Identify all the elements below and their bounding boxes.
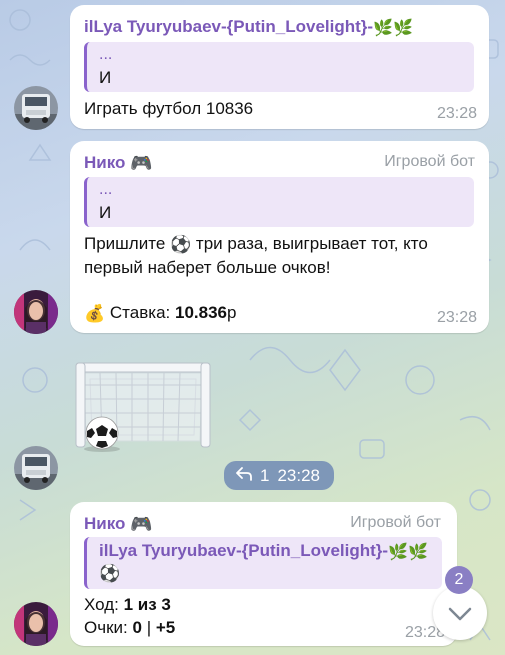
message-sender[interactable]: ilLya Tyuryubaev-{Putin_Lovelight}-🌿🌿 [84,17,413,38]
unread-count-badge: 2 [445,566,473,594]
stake-currency: р [227,303,237,322]
message-sender[interactable]: Нико 🎮 [84,514,153,535]
bot-role-label: Игровой бот [350,514,441,531]
girl-avatar[interactable] [14,602,58,646]
herb-emoji: 🌿🌿 [373,19,413,37]
reply-quote[interactable]: ... И [84,42,474,92]
text-segment: первый наберет больше очков! [84,258,331,278]
score-label: Очки: [84,618,128,637]
quote-sender: ilLya Tyuryubaev-{Putin_Lovelight}-🌿🌿 [99,541,428,561]
reply-quote[interactable]: ... И [84,177,474,227]
sender-name[interactable]: Нико [84,153,125,172]
message-bubble[interactable]: Нико 🎮 Игровой бот ... И Пришлите ⚽ три … [70,141,489,333]
stake-label: Ставка: [109,303,171,322]
soccer-ball-emoji: ⚽ [170,235,192,255]
reply-quote[interactable]: ilLya Tyuryubaev-{Putin_Lovelight}-🌿🌿 ⚽ [84,537,442,589]
quote-line: ... [99,181,113,198]
turn-line: Ход: 1 из 3 [84,593,171,616]
football-goal-sticker[interactable] [70,355,215,455]
gamepad-emoji: 🎮 [130,514,153,535]
turn-value: 1 из 3 [123,595,171,614]
replies-pill[interactable]: 1 23:28 [224,461,334,490]
message-time: 23:28 [436,309,477,326]
score-separator: | [146,618,152,637]
quote-line: ... [99,46,113,63]
message-text: Играть футбол 10836 [84,99,254,118]
text-segment: три раза, выигрывает тот, кто [195,234,428,253]
truck-avatar[interactable] [14,446,58,490]
message-sender[interactable]: Нико 🎮 [84,153,153,174]
score-line: Очки: 0 | +5 [84,616,175,639]
herb-emoji: 🌿🌿 [388,543,428,561]
score-value: 0 [132,618,142,637]
message-time: 23:28 [436,105,477,122]
reply-arrow-icon [236,466,252,486]
scroll-down-button[interactable] [433,586,487,640]
sender-name[interactable]: Нико [84,514,125,533]
text-segment: Пришлите [84,234,166,253]
turn-label: Ход: [84,595,119,614]
message-bubble[interactable]: Нико 🎮 Игровой бот ilLya Tyuryubaev-{Put… [70,502,457,646]
sticker-time: 23:28 [277,465,321,485]
truck-avatar[interactable] [14,86,58,130]
message-text: Пришлите ⚽ три раза, выигрывает тот, кто… [84,232,479,279]
girl-avatar[interactable] [14,290,58,334]
stake-value: 10.836 [175,303,227,322]
gamepad-emoji: 🎮 [130,153,153,174]
reply-count: 1 [260,465,270,485]
stake-line: 💰 Ставка: 10.836р [84,301,236,325]
sender-name[interactable]: ilLya Tyuryubaev-{Putin_Lovelight}- [84,17,373,36]
quote-text: И [99,203,112,222]
quote-text: И [99,68,112,87]
chevron-down-icon [448,607,472,621]
soccer-ball-emoji: ⚽ [99,564,121,583]
score-bonus: +5 [155,618,176,637]
money-bag-emoji: 💰 [84,304,106,324]
message-bubble[interactable]: ilLya Tyuryubaev-{Putin_Lovelight}-🌿🌿 ..… [70,5,489,129]
bot-role-label: Игровой бот [384,153,475,170]
